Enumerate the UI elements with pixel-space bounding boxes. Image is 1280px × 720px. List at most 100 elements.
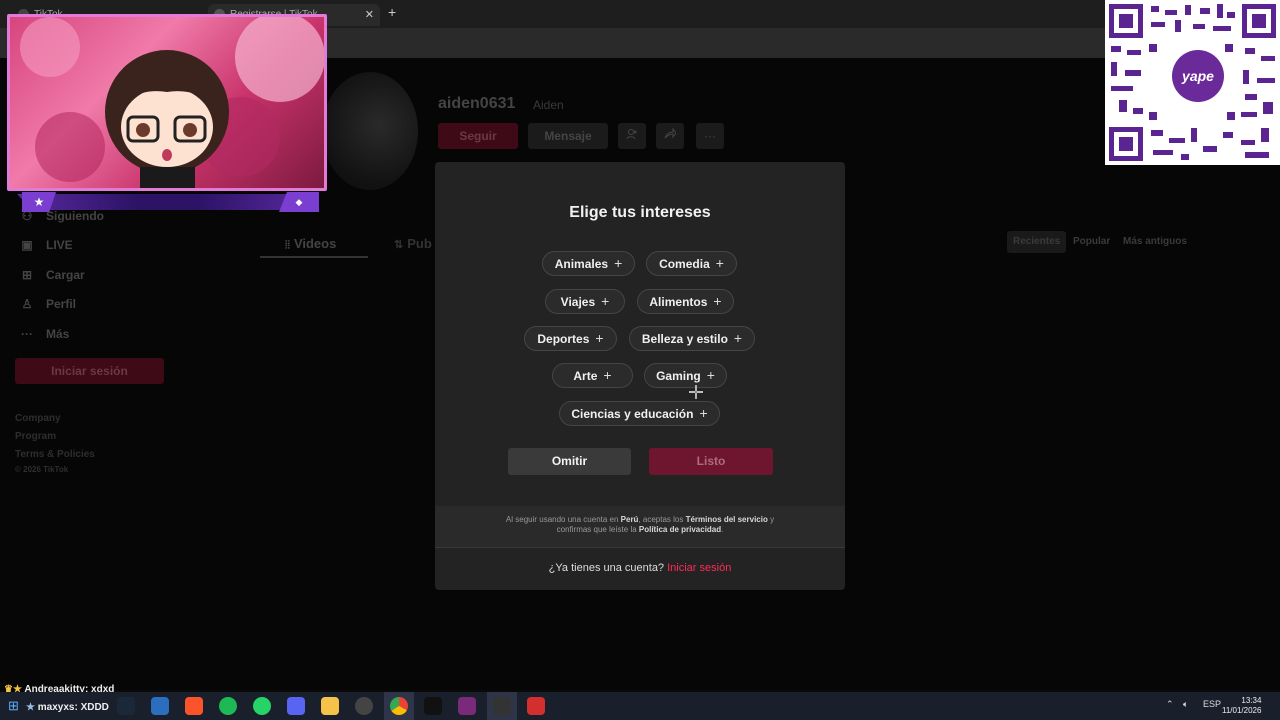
plus-icon: + xyxy=(603,367,612,383)
footer-link[interactable]: Company xyxy=(15,413,61,424)
message-button[interactable]: Mensaje xyxy=(528,123,608,149)
follow-button[interactable]: Seguir xyxy=(438,123,518,149)
sidebar-item-label: LIVE xyxy=(46,238,73,252)
footer-link[interactable]: Program xyxy=(15,431,56,442)
plus-icon: + xyxy=(601,293,610,309)
profile-icon: ♙ xyxy=(21,297,33,311)
webcam-frame xyxy=(7,14,327,191)
chat-message: ★ maxyxs: XDDD xyxy=(26,702,109,713)
sort-oldest[interactable]: Más antiguos xyxy=(1117,231,1193,253)
chip-label: Animales xyxy=(554,257,609,271)
tab-label: Videos xyxy=(293,236,337,251)
folder-icon[interactable] xyxy=(321,697,339,715)
star-icon: ★ xyxy=(26,702,35,713)
new-tab-button[interactable]: + xyxy=(388,4,396,20)
plus-icon: + xyxy=(699,405,708,421)
sort-recent[interactable]: Recientes xyxy=(1007,231,1067,253)
sidebar-item-label: Más xyxy=(46,327,70,341)
sidebar-login-button[interactable]: Iniciar sesión xyxy=(15,358,164,384)
taskbar: ⊞ ★ maxyxs: XDDD ⌃ 🔈︎ ESP 13:34 11/01/20… xyxy=(0,692,1280,720)
clock-date: 11/01/2026 xyxy=(1222,706,1262,715)
have-account-text: ¿Ya tienes una cuenta? xyxy=(548,562,665,574)
profile-avatar xyxy=(322,72,418,190)
spotify-icon[interactable] xyxy=(219,697,237,715)
plus-icon: + xyxy=(715,255,724,271)
plus-icon: + xyxy=(614,255,623,271)
volume-icon[interactable]: 🔈︎ xyxy=(1183,699,1188,710)
chip-label: Viajes xyxy=(560,295,596,309)
steam-icon[interactable] xyxy=(117,697,135,715)
tray-chevron-icon[interactable]: ⌃ xyxy=(1166,699,1174,710)
modal-title: Elige tus intereses xyxy=(569,204,711,221)
tab-underline xyxy=(260,256,368,258)
legal-text: Al seguir usando una cuenta en xyxy=(505,515,621,524)
tab-reposts[interactable]: ⇅ Pub xyxy=(394,236,432,251)
sidebar-item-label: Perfil xyxy=(46,297,77,311)
brave-icon[interactable] xyxy=(185,697,203,715)
interest-chip-comedia[interactable]: Comedia + xyxy=(646,251,737,276)
footer-link[interactable]: Terms & Policies xyxy=(15,449,95,460)
chip-label: Arte xyxy=(573,369,598,383)
terms-link[interactable]: Términos del servicio xyxy=(686,515,768,524)
sidebar-item-live[interactable]: ▣ LIVE xyxy=(20,234,73,256)
interest-chip-viajes[interactable]: Viajes + xyxy=(545,289,625,314)
whatsapp-icon[interactable] xyxy=(253,697,271,715)
obs-icon[interactable] xyxy=(355,697,373,715)
upload-icon: ⊞ xyxy=(21,268,33,282)
interest-chip-alimentos[interactable]: Alimentos + xyxy=(637,289,734,314)
login-link[interactable]: Iniciar sesión xyxy=(667,562,731,574)
yape-logo: yape xyxy=(1172,50,1224,102)
more-options-button[interactable]: ··· xyxy=(696,123,724,149)
app-icon[interactable] xyxy=(527,697,545,715)
privacy-link[interactable]: Política de privacidad xyxy=(639,525,721,534)
chip-label: Deportes xyxy=(537,332,590,346)
interests-modal: Elige tus intereses Animales + Comedia + V… xyxy=(435,162,845,590)
have-account-row: ¿Ya tienes una cuenta? Iniciar sesión xyxy=(435,562,845,574)
legal-country: Perú xyxy=(620,515,639,524)
interest-chip-animales[interactable]: Animales + xyxy=(542,251,635,276)
sort-popular[interactable]: Popular xyxy=(1067,231,1116,253)
interest-chip-deportes[interactable]: Deportes + xyxy=(524,326,617,351)
footer-copyright: © 2026 TikTok xyxy=(15,465,69,474)
plus-icon: + xyxy=(706,367,715,383)
discord-icon[interactable] xyxy=(287,697,305,715)
chip-label: Comedia xyxy=(659,257,710,271)
chrome-icon[interactable] xyxy=(390,697,408,715)
app-icon[interactable] xyxy=(151,697,169,715)
webcam-overlay: ★ ◆ xyxy=(7,14,327,212)
app-icon[interactable] xyxy=(493,697,511,715)
grid-icon: ⦙⦙ xyxy=(285,239,290,251)
app-icon[interactable] xyxy=(458,697,476,715)
sidebar-item-upload[interactable]: ⊞ Cargar xyxy=(20,264,85,286)
webcam-bar xyxy=(17,194,317,210)
interest-chip-arte[interactable]: Arte + xyxy=(552,363,633,388)
interest-chip-gaming[interactable]: Gaming + xyxy=(644,363,727,388)
sidebar-item-label: Siguiendo xyxy=(46,209,104,223)
profile-display-name: Aiden xyxy=(533,98,564,112)
qr-code: yape xyxy=(1105,0,1280,165)
add-friend-icon[interactable] xyxy=(618,123,646,149)
share-icon[interactable] xyxy=(656,123,684,149)
legal-notice: Al seguir usando una cuenta en Perú, ace… xyxy=(435,506,845,547)
live-icon: ▣ xyxy=(21,238,33,252)
sidebar-item-profile[interactable]: ♙ Perfil xyxy=(20,293,76,315)
plus-icon: + xyxy=(595,330,604,346)
interest-chip-belleza[interactable]: Belleza y estilo + xyxy=(629,326,755,351)
interest-chip-ciencias[interactable]: Ciencias y educación + xyxy=(559,401,720,426)
tiktok-icon[interactable] xyxy=(424,697,442,715)
done-button[interactable]: Listo xyxy=(649,448,773,475)
skip-button[interactable]: Omitir xyxy=(508,448,631,475)
chip-label: Belleza y estilo xyxy=(641,332,728,346)
windows-start-icon[interactable]: ⊞ xyxy=(8,698,19,714)
chip-label: Ciencias y educación xyxy=(571,407,694,421)
streamer-avatar-image xyxy=(20,17,324,188)
clock[interactable]: 13:34 11/01/2026 xyxy=(1222,696,1261,716)
language-indicator[interactable]: ESP xyxy=(1203,699,1221,709)
close-icon[interactable]: ✕ xyxy=(365,4,374,26)
chip-label: Alimentos xyxy=(649,295,708,309)
tab-videos[interactable]: ⦙⦙ Videos xyxy=(285,236,336,252)
tab-label: Pub xyxy=(407,236,432,251)
plus-icon: + xyxy=(713,293,722,309)
sidebar-item-more[interactable]: ··· Más xyxy=(20,323,69,345)
chip-label: Gaming xyxy=(656,369,701,383)
